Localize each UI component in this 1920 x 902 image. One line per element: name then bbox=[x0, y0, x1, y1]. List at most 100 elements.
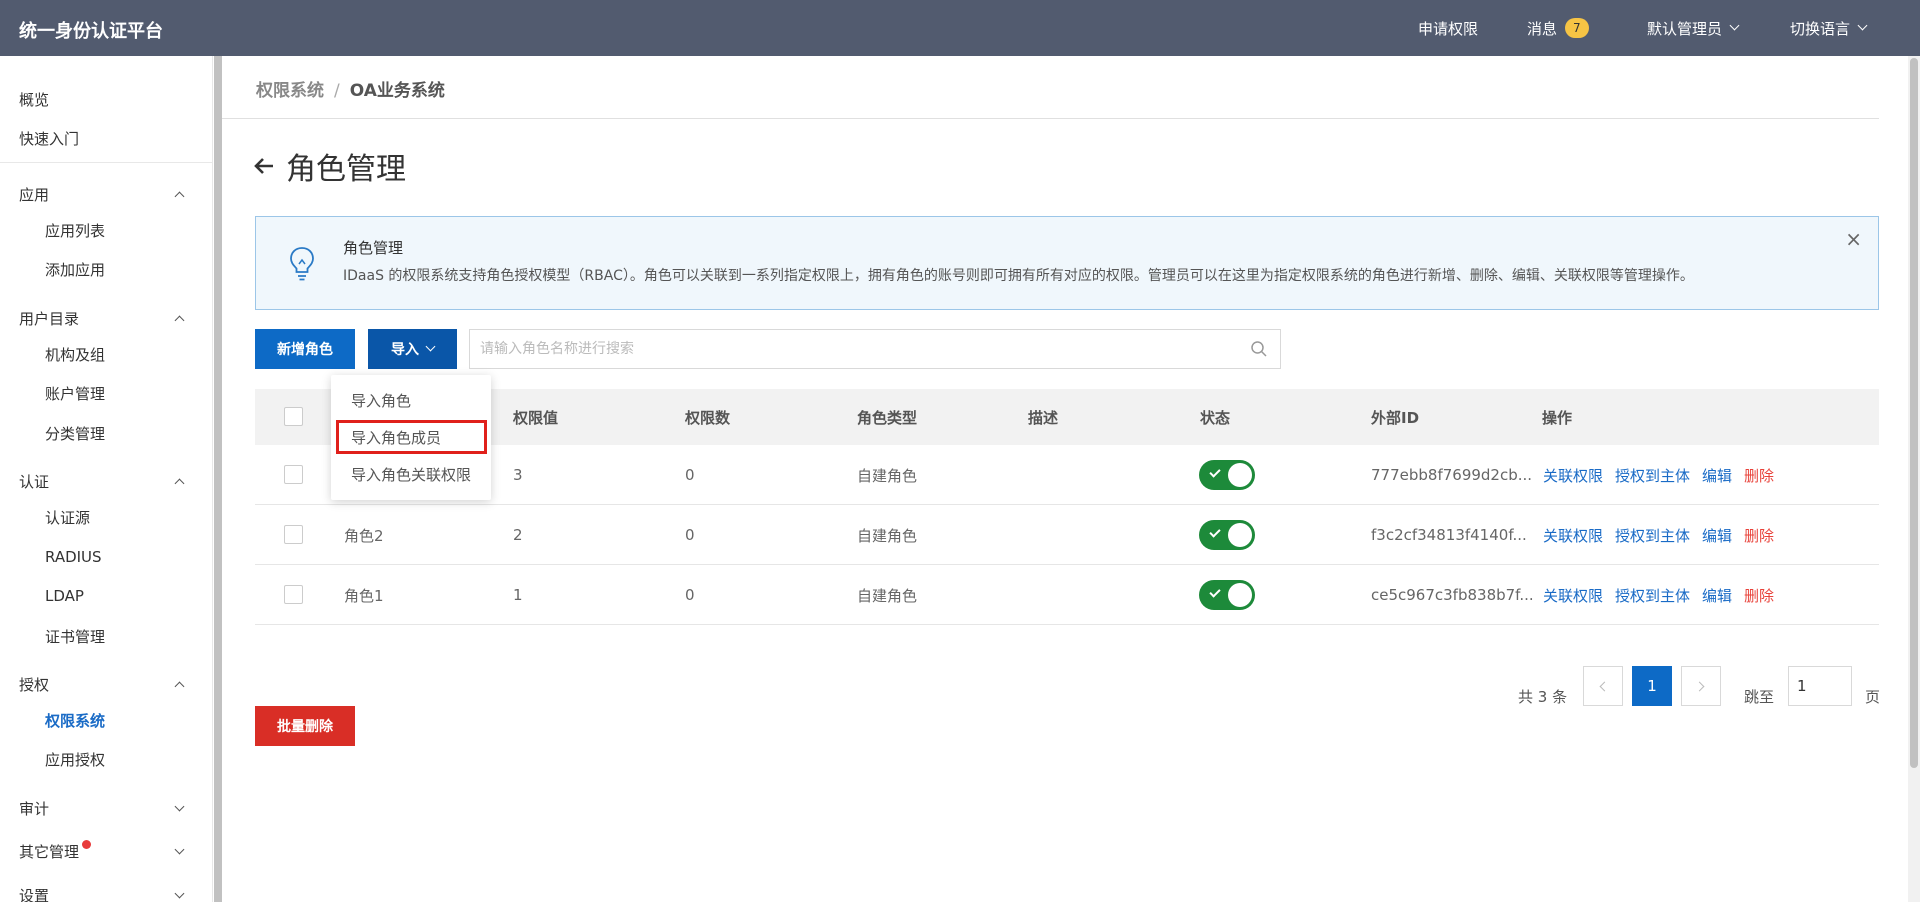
role-type-cell: 自建角色 bbox=[857, 586, 918, 605]
row-checkbox[interactable] bbox=[284, 525, 303, 544]
status-toggle[interactable] bbox=[1199, 580, 1255, 610]
row-actions: 关联权限 授权到主体 编辑 删除 bbox=[1543, 565, 1786, 625]
sidebar-scrollbar[interactable] bbox=[214, 56, 222, 902]
page-1-button[interactable]: 1 bbox=[1632, 666, 1672, 706]
authorize-subject-link[interactable]: 授权到主体 bbox=[1615, 525, 1690, 546]
edit-link[interactable]: 编辑 bbox=[1702, 525, 1732, 546]
batch-delete-button[interactable]: 批量删除 bbox=[255, 706, 355, 746]
apply-permission-link[interactable]: 申请权限 bbox=[1418, 0, 1478, 56]
close-icon[interactable]: × bbox=[1845, 227, 1862, 251]
sidebar-item-accounts[interactable]: 账户管理 bbox=[0, 378, 212, 408]
edit-link[interactable]: 编辑 bbox=[1702, 585, 1732, 606]
sidebar-group-apps[interactable]: 应用 bbox=[0, 179, 212, 209]
permission-value-cell: 2 bbox=[513, 526, 523, 544]
sidebar-group-auth[interactable]: 认证 bbox=[0, 466, 212, 496]
sidebar-group-label: 其它管理 bbox=[19, 842, 80, 861]
menu-item-import-role-members[interactable]: 导入角色成员 bbox=[336, 420, 487, 454]
status-toggle[interactable] bbox=[1199, 520, 1255, 550]
row-actions: 关联权限 授权到主体 编辑 删除 bbox=[1543, 505, 1786, 565]
col-header-permission-count: 权限数 bbox=[685, 408, 731, 427]
status-toggle[interactable] bbox=[1199, 460, 1255, 490]
sidebar-item-ldap[interactable]: LDAP bbox=[0, 581, 212, 611]
link-permissions-link[interactable]: 关联权限 bbox=[1543, 465, 1603, 486]
sidebar-group-other[interactable]: 其它管理 bbox=[0, 836, 212, 866]
authorize-subject-link[interactable]: 授权到主体 bbox=[1615, 585, 1690, 606]
sidebar: 概览 快速入门 应用 应用列表 添加应用 用户目录 机构及组 账户管理 分类管理… bbox=[0, 56, 213, 902]
notification-dot-icon bbox=[82, 839, 92, 849]
sidebar-item-certificates[interactable]: 证书管理 bbox=[0, 621, 212, 651]
lightbulb-icon bbox=[290, 247, 314, 281]
table-row: 角色2 2 0 自建角色 f3c2cf34813f4140f... 关联权限 授权… bbox=[255, 505, 1879, 565]
sidebar-divider bbox=[0, 162, 212, 163]
check-icon bbox=[1209, 526, 1221, 538]
external-id-cell: 777ebb8f7699d2cb... bbox=[1371, 466, 1533, 484]
row-actions: 关联权限 授权到主体 编辑 删除 bbox=[1543, 445, 1786, 505]
language-label: 切换语言 bbox=[1790, 19, 1851, 38]
language-menu[interactable]: 切换语言 bbox=[1790, 0, 1868, 56]
sidebar-item-permission-system[interactable]: 权限系统 bbox=[0, 705, 212, 735]
goto-label: 跳至 bbox=[1744, 688, 1775, 706]
scrollbar-thumb[interactable] bbox=[1910, 58, 1918, 768]
edit-link[interactable]: 编辑 bbox=[1702, 465, 1732, 486]
add-role-button[interactable]: 新增角色 bbox=[255, 329, 355, 369]
sidebar-item-quickstart[interactable]: 快速入门 bbox=[0, 123, 212, 153]
toggle-knob bbox=[1228, 463, 1252, 487]
delete-link[interactable]: 删除 bbox=[1744, 585, 1774, 606]
sidebar-item-org-groups[interactable]: 机构及组 bbox=[0, 339, 212, 369]
import-dropdown-menu: 导入角色 导入角色成员 导入角色关联权限 bbox=[331, 375, 491, 500]
sidebar-item-app-list[interactable]: 应用列表 bbox=[0, 215, 212, 245]
alert-title: 角色管理 bbox=[343, 239, 404, 257]
sidebar-item-add-app[interactable]: 添加应用 bbox=[0, 254, 212, 284]
sidebar-item-radius[interactable]: RADIUS bbox=[0, 542, 212, 572]
sidebar-item-app-authorization[interactable]: 应用授权 bbox=[0, 744, 212, 774]
search-input[interactable] bbox=[470, 330, 1230, 368]
role-name-cell: 角色1 bbox=[344, 586, 384, 605]
sidebar-group-directory[interactable]: 用户目录 bbox=[0, 303, 212, 333]
page-suffix-label: 页 bbox=[1865, 688, 1881, 706]
goto-page-input[interactable] bbox=[1788, 666, 1852, 706]
search-icon[interactable] bbox=[1250, 340, 1268, 358]
sidebar-item-auth-source[interactable]: 认证源 bbox=[0, 502, 212, 532]
role-type-cell: 自建角色 bbox=[857, 466, 918, 485]
breadcrumb-separator: / bbox=[334, 81, 340, 101]
search-box bbox=[469, 329, 1281, 369]
prev-page-button[interactable] bbox=[1583, 666, 1623, 706]
row-checkbox[interactable] bbox=[284, 465, 303, 484]
breadcrumb-root[interactable]: 权限系统 bbox=[256, 81, 324, 101]
link-permissions-link[interactable]: 关联权限 bbox=[1543, 525, 1603, 546]
row-checkbox[interactable] bbox=[284, 585, 303, 604]
select-all-checkbox[interactable] bbox=[284, 407, 303, 426]
col-header-status: 状态 bbox=[1200, 408, 1231, 427]
menu-item-import-role-permissions[interactable]: 导入角色关联权限 bbox=[331, 457, 491, 491]
permission-count-cell: 0 bbox=[685, 526, 695, 544]
menu-item-import-roles[interactable]: 导入角色 bbox=[331, 383, 491, 417]
message-count-badge: 7 bbox=[1565, 18, 1589, 38]
authorize-subject-link[interactable]: 授权到主体 bbox=[1615, 465, 1690, 486]
next-page-button[interactable] bbox=[1681, 666, 1721, 706]
user-menu[interactable]: 默认管理员 bbox=[1647, 0, 1740, 56]
delete-link[interactable]: 删除 bbox=[1744, 525, 1774, 546]
table-row: 角色1 1 0 自建角色 ce5c967c3fb838b7f... 关联权限 授权… bbox=[255, 565, 1879, 625]
permission-value-cell: 3 bbox=[513, 466, 523, 484]
sidebar-group-authorize[interactable]: 授权 bbox=[0, 669, 212, 699]
col-header-role-type: 角色类型 bbox=[857, 408, 918, 427]
back-arrow-icon[interactable] bbox=[252, 154, 276, 178]
sidebar-group-label: 授权 bbox=[19, 675, 50, 694]
role-type-cell: 自建角色 bbox=[857, 526, 918, 545]
main-scrollbar[interactable] bbox=[1908, 56, 1920, 902]
delete-link[interactable]: 删除 bbox=[1744, 465, 1774, 486]
brand-title: 统一身份认证平台 bbox=[19, 21, 163, 42]
check-icon bbox=[1209, 586, 1221, 598]
user-name: 默认管理员 bbox=[1647, 19, 1723, 38]
sidebar-group-settings[interactable]: 设置 bbox=[0, 880, 212, 902]
chevron-up-icon bbox=[174, 681, 185, 691]
messages-link[interactable]: 消息 7 bbox=[1527, 0, 1589, 56]
sidebar-item-overview[interactable]: 概览 bbox=[0, 84, 212, 114]
link-permissions-link[interactable]: 关联权限 bbox=[1543, 585, 1603, 606]
check-icon bbox=[1209, 466, 1221, 478]
page-title: 角色管理 bbox=[286, 152, 406, 187]
sidebar-group-audit[interactable]: 审计 bbox=[0, 793, 212, 823]
import-button[interactable]: 导入 bbox=[368, 329, 457, 369]
sidebar-item-categories[interactable]: 分类管理 bbox=[0, 418, 212, 448]
chevron-up-icon bbox=[174, 315, 185, 325]
